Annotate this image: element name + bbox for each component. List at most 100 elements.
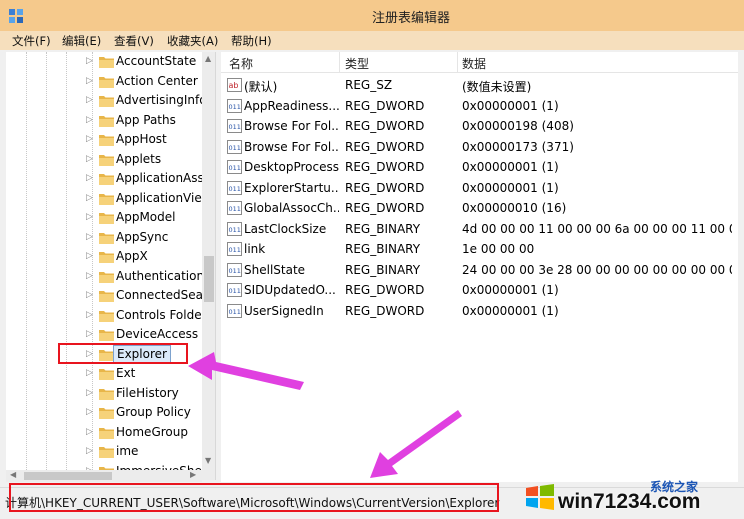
menu-edit[interactable]: 编辑(E) xyxy=(62,33,101,49)
expand-arrow-icon[interactable]: ▷ xyxy=(86,115,93,125)
folder-icon xyxy=(99,154,114,166)
expand-arrow-icon[interactable]: ▷ xyxy=(86,427,93,437)
expand-arrow-icon[interactable]: ▷ xyxy=(86,329,93,339)
tree-item[interactable]: ▷ AppSync xyxy=(6,228,202,248)
expand-arrow-icon[interactable]: ▷ xyxy=(86,271,93,281)
title-bar: 注册表编辑器 xyxy=(0,0,744,31)
value-row[interactable]: 011 Browse For Fol... REG_DWORD 0x00000198 … xyxy=(221,116,738,137)
tree-item[interactable]: ▷ Applets xyxy=(6,150,202,170)
expand-arrow-icon[interactable]: ▷ xyxy=(86,193,93,203)
tree-item[interactable]: ▷ App Paths xyxy=(6,111,202,131)
column-divider[interactable] xyxy=(457,52,458,73)
scroll-up-icon[interactable]: ▲ xyxy=(205,54,211,63)
tree-item[interactable]: ▷ ConnectedSea xyxy=(6,286,203,306)
tree-item[interactable]: ▷ AppHost xyxy=(6,130,202,150)
tree-item[interactable]: ▷ Ext xyxy=(6,364,202,384)
value-name-cell: UserSignedIn xyxy=(244,303,324,318)
expand-arrow-icon[interactable]: ▷ xyxy=(86,173,93,183)
svg-text:011: 011 xyxy=(229,164,241,172)
tree-item[interactable]: ▷ Action Center xyxy=(6,72,202,92)
tree-item[interactable]: ▷ ime xyxy=(6,442,202,462)
value-type-cell: REG_DWORD xyxy=(345,201,425,215)
scroll-thumb[interactable] xyxy=(204,256,214,302)
column-header-type[interactable]: 类型 xyxy=(345,55,369,72)
tree-item[interactable]: ▷ DeviceAccess xyxy=(6,325,202,345)
folder-icon xyxy=(99,174,114,185)
folder-icon xyxy=(99,135,114,146)
column-header-name[interactable]: 名称 xyxy=(229,55,253,72)
value-list-pane: 名称 类型 数据 ab (默认) REG_SZ (数值未设置) 011 AppReadin… xyxy=(221,52,738,482)
expand-arrow-icon[interactable]: ▷ xyxy=(86,56,93,66)
value-data-cell: 0x00000198 (408) xyxy=(462,119,574,133)
value-data-cell: 1e 00 00 00 xyxy=(462,242,535,256)
scroll-right-icon[interactable]: ▶ xyxy=(190,470,196,479)
tree-item[interactable]: ▷ AccountState xyxy=(6,52,202,72)
svg-text:011: 011 xyxy=(229,246,241,254)
menu-help[interactable]: 帮助(H) xyxy=(231,33,272,49)
value-row[interactable]: 011 AppReadiness... REG_DWORD 0x00000001 (1… xyxy=(221,96,738,117)
tree-item[interactable]: ▷ HomeGroup xyxy=(6,423,202,443)
expand-arrow-icon[interactable]: ▷ xyxy=(86,368,93,378)
expand-arrow-icon[interactable]: ▷ xyxy=(86,76,93,86)
expand-arrow-icon[interactable]: ▷ xyxy=(86,232,93,242)
tree-item[interactable]: ▷ Group Policy xyxy=(6,403,202,423)
binary-value-icon: 011 xyxy=(227,119,242,133)
value-type-cell: REG_DWORD xyxy=(345,119,425,133)
value-type-cell: REG_DWORD xyxy=(345,98,425,113)
value-type-cell: REG_DWORD xyxy=(345,303,425,318)
value-row[interactable]: 011 GlobalAssocCh... REG_DWORD 0x00000010 (… xyxy=(221,198,738,219)
column-header-data[interactable]: 数据 xyxy=(462,55,486,72)
tree-item[interactable]: ▷ AdvertisingInfo xyxy=(6,91,207,111)
value-row[interactable]: 011 link REG_BINARY 1e 00 00 00 xyxy=(221,239,738,260)
tree-item[interactable]: ▷ FileHistory xyxy=(6,384,202,404)
value-data-cell: 4d 00 00 00 11 00 00 00 6a 00 00 00 11 0… xyxy=(462,221,732,236)
value-row[interactable]: 011 UserSignedIn REG_DWORD 0x00000001 (1) xyxy=(221,301,738,322)
tree-item[interactable]: ▷ AppModel xyxy=(6,208,202,228)
binary-value-icon: 011 xyxy=(227,303,242,318)
expand-arrow-icon[interactable]: ▷ xyxy=(86,95,93,105)
scroll-left-icon[interactable]: ◀ xyxy=(10,470,16,479)
expand-arrow-icon[interactable]: ▷ xyxy=(86,407,93,417)
binary-value-icon: 011 xyxy=(227,160,242,174)
menu-bar: 文件(F) 编辑(E) 查看(V) 收藏夹(A) 帮助(H) xyxy=(0,31,744,50)
menu-favorites[interactable]: 收藏夹(A) xyxy=(167,33,218,49)
expand-arrow-icon[interactable]: ▷ xyxy=(86,251,93,261)
expand-arrow-icon[interactable]: ▷ xyxy=(86,446,93,456)
value-row[interactable]: 011 ExplorerStartu... REG_DWORD 0x00000001 … xyxy=(221,178,738,199)
tree-item-label: DeviceAccess xyxy=(116,327,199,341)
value-row[interactable]: 011 DesktopProcess REG_DWORD 0x00000001 (1) xyxy=(221,157,738,178)
expand-arrow-icon[interactable]: ▷ xyxy=(86,134,93,144)
folder-icon xyxy=(99,369,114,380)
tree-item[interactable]: ▷ ApplicationAss xyxy=(6,169,204,189)
column-divider[interactable] xyxy=(339,52,340,73)
scroll-thumb[interactable] xyxy=(24,472,112,480)
menu-file[interactable]: 文件(F) xyxy=(12,33,51,49)
value-row[interactable]: 011 SIDUpdatedO... REG_DWORD 0x00000001 (1) xyxy=(221,280,738,301)
folder-icon xyxy=(99,232,114,244)
menu-view[interactable]: 查看(V) xyxy=(114,33,154,49)
explorer-highlight-box xyxy=(58,343,188,364)
folder-icon xyxy=(99,115,114,127)
tree-item[interactable]: ▷ ApplicationVie xyxy=(6,189,202,209)
value-row[interactable]: 011 LastClockSize REG_BINARY 4d 00 00 00 11… xyxy=(221,219,738,240)
tree-item[interactable]: ▷ Controls Folde xyxy=(6,306,202,326)
value-row[interactable]: 011 ShellState REG_BINARY 24 00 00 00 3e 28… xyxy=(221,260,738,281)
value-row[interactable]: 011 Browse For Fol... REG_DWORD 0x00000173 … xyxy=(221,137,738,158)
tree-item-label: AppX xyxy=(116,249,148,263)
string-value-icon: ab xyxy=(227,78,242,92)
binary-value-icon: 011 xyxy=(227,242,242,256)
tree-vertical-scrollbar[interactable]: ▲ ▼ xyxy=(202,52,215,480)
tree-item[interactable]: ▷ Authentication xyxy=(6,267,204,287)
expand-arrow-icon[interactable]: ▷ xyxy=(86,388,93,398)
tree-item[interactable]: ▷ AppX xyxy=(6,247,202,267)
tree-horizontal-scrollbar[interactable]: ◀ ▶ xyxy=(6,470,202,482)
window-title: 注册表编辑器 xyxy=(372,11,451,26)
value-name-cell: (默认) xyxy=(244,80,278,94)
expand-arrow-icon[interactable]: ▷ xyxy=(86,290,93,300)
expand-arrow-icon[interactable]: ▷ xyxy=(86,212,93,222)
value-row[interactable]: ab (默认) REG_SZ (数值未设置) xyxy=(221,75,738,96)
value-type-cell: REG_DWORD xyxy=(345,283,425,297)
expand-arrow-icon[interactable]: ▷ xyxy=(86,154,93,164)
scroll-down-icon[interactable]: ▼ xyxy=(205,456,211,465)
expand-arrow-icon[interactable]: ▷ xyxy=(86,310,93,320)
